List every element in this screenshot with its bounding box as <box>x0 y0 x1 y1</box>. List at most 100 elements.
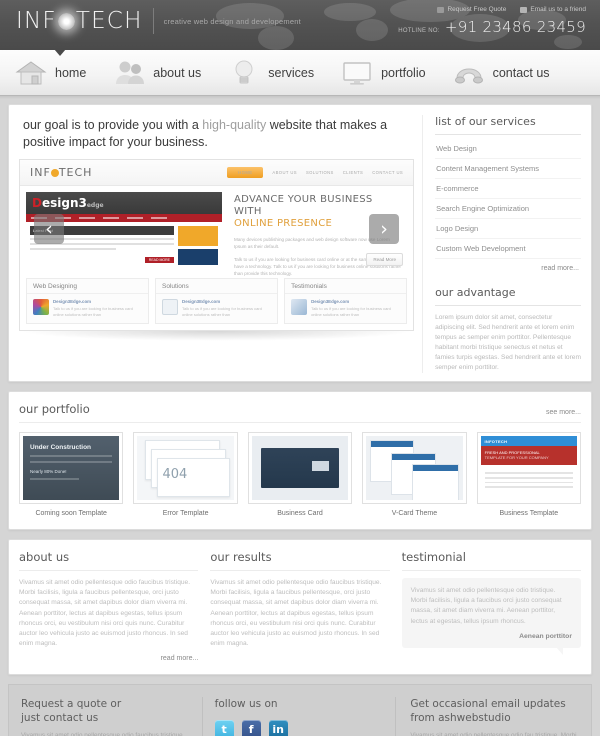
email-friend-label: Email us to a friend <box>530 6 586 13</box>
page-title: our goal is to provide you with a high-q… <box>19 115 414 159</box>
sidebar-services-readmore[interactable]: read more... <box>435 259 581 272</box>
site-header: INF TECH creative web design and develope… <box>0 0 600 50</box>
mocksite-nav-solutions[interactable]: SOLUTIONS <box>306 170 334 175</box>
column-about-us: about us Vivamus sit amet odio pellentes… <box>19 550 199 662</box>
portfolio-caption: Business Template <box>499 510 559 517</box>
nav-item-contact-us[interactable]: contact us <box>452 58 550 88</box>
footer-news-text: Vivamus sit amet odio pellentesque odio … <box>410 732 577 736</box>
request-quote-link[interactable]: Request Free Quote <box>437 6 506 13</box>
mocksite-nav-about[interactable]: ABOUT US <box>272 170 297 175</box>
info-columns: about us Vivamus sit amet odio pellentes… <box>8 539 592 676</box>
main-navigation: home about us services portfolio contact <box>0 49 600 99</box>
slider-title-line1: ADVANCE YOUR BUSINESS WITH <box>234 194 373 217</box>
mocksite-nav-clients[interactable]: CLIENTS <box>343 170 363 175</box>
sidebar-advantage-text: Lorem ipsum dolor sit amet, consectetur … <box>435 314 581 371</box>
portfolio-item-error[interactable]: 404 Error Template <box>133 432 238 517</box>
d3-ad-banner-2 <box>178 249 218 265</box>
d3-readmore-button[interactable]: READ MORE <box>144 257 174 263</box>
chart-icon <box>162 299 179 315</box>
d3-ad-banner-1 <box>178 226 218 246</box>
glowing-orb-icon <box>57 13 75 30</box>
nav-label-contact-us: contact us <box>492 65 550 80</box>
footer-column-quote: Request a quote or just contact us Vivam… <box>21 697 190 736</box>
logo-tagline: creative web design and developement <box>163 16 301 26</box>
content-shell: our goal is to provide you with a high-q… <box>0 96 600 676</box>
portfolio-item-business-template[interactable]: INFOTECH FRESH AND PROFESSIONAL TEMPLATE… <box>476 432 582 517</box>
mocksite-orb-icon <box>50 169 59 177</box>
sidebar-item-web-design[interactable]: Web Design <box>435 139 581 159</box>
footer-quote-text: Vivamus sit amet odio pellentesque odio … <box>21 732 185 736</box>
hotline: HOTLINE NO: +91 23486 23459 <box>398 18 586 36</box>
footer-news-title-line1: Get occasional email updates <box>410 698 566 711</box>
twitter-icon[interactable]: t <box>214 720 234 736</box>
feature-link[interactable]: Design3Edge.com <box>53 299 142 304</box>
request-quote-label: Request Free Quote <box>447 6 507 13</box>
envelope-icon <box>520 6 528 13</box>
column-testimonial: testimonial Vivamus sit amet odio pellen… <box>401 550 581 662</box>
sidebar-item-logo-design[interactable]: Logo Design <box>435 219 581 239</box>
column-text: Vivamus sit amet odio pellentesque odio … <box>210 579 382 648</box>
nav-label-services: services <box>268 65 315 80</box>
mocksite-nav-contact[interactable]: CONTACT US <box>372 170 403 175</box>
d3-sidebar-column <box>178 222 222 266</box>
preview-mocksite: INF TECH HOME ABOUT US SOLUTIONS CLIENTS … <box>19 159 415 331</box>
feature-link[interactable]: Design3Edge.com <box>182 299 271 304</box>
email-friend-link[interactable]: Email us to a friend <box>520 6 586 13</box>
thumb-title: 404 <box>162 466 188 482</box>
hero-card: our goal is to provide you with a high-q… <box>8 104 592 382</box>
d3-logo-rest: esign3 <box>41 196 87 210</box>
logo-text-part1: INF <box>16 8 57 34</box>
linkedin-icon[interactable]: in <box>268 720 288 736</box>
portfolio-item-coming-soon[interactable]: Under Construction Nearly 80% Done! Comi… <box>19 432 124 517</box>
column-title: about us <box>19 550 70 564</box>
slider-readmore-button[interactable]: Read More <box>366 253 404 266</box>
logo-text-part2: TECH <box>75 8 143 34</box>
monitor-icon <box>340 58 374 88</box>
sidebar-item-custom-dev[interactable]: Custom Web Development <box>435 239 581 259</box>
d3-logo: Design3edge <box>32 196 104 210</box>
site-footer: Request a quote or just contact us Vivam… <box>8 684 592 736</box>
site-logo[interactable]: INF TECH creative web design and develope… <box>16 8 301 34</box>
d3-logo-edge: edge <box>86 202 104 209</box>
nav-item-services[interactable]: services <box>227 58 314 88</box>
feature-title: Solutions <box>156 279 278 294</box>
mocksite-features: Web Designing Design3Edge.com Talk to us… <box>20 272 414 330</box>
sidebar-item-ecommerce[interactable]: E-commerce <box>435 179 581 199</box>
slider-title-line2: ONLINE PRESENCE <box>234 218 333 229</box>
thumb-progress: Nearly 80% Done! <box>30 469 67 474</box>
people-icon <box>112 58 146 88</box>
column-readmore[interactable]: read more... <box>19 655 199 662</box>
nav-label-about-us: about us <box>153 65 202 80</box>
mocksite-nav-home[interactable]: HOME <box>227 167 264 178</box>
portfolio-see-more[interactable]: see more... <box>546 409 581 416</box>
sidebar-item-seo[interactable]: Search Engine Optimization <box>435 199 581 219</box>
footer-quote-title: Request a quote or just contact us <box>21 697 190 725</box>
sidebar-services-list: Web Design Content Management Systems E-… <box>435 139 581 259</box>
mocksite-shadow <box>19 331 415 341</box>
portfolio-item-business-card[interactable]: Business Card <box>247 432 353 517</box>
facebook-icon[interactable]: f <box>241 720 261 736</box>
sidebar-advantage-title: our advantage <box>435 286 581 306</box>
footer-quote-title-line1: Request a quote or <box>21 698 122 711</box>
social-links: t f in <box>214 720 384 736</box>
testimonial-text: Vivamus sit amet odio pellentesque odio … <box>410 587 562 625</box>
portfolio-item-vcard[interactable]: V-Card Theme <box>362 432 467 517</box>
feature-box-testimonials: Testimonials Design3Edge.com Talk to us … <box>284 278 408 324</box>
feature-title: Testimonials <box>285 279 407 294</box>
feature-link[interactable]: Design3Edge.com <box>311 299 400 304</box>
header-links: Request Free Quote Email us to a friend <box>398 6 586 13</box>
portfolio-caption: Coming soon Template <box>35 510 107 517</box>
sidebar-item-cms[interactable]: Content Management Systems <box>435 159 581 179</box>
mocksite-header: INF TECH HOME ABOUT US SOLUTIONS CLIENTS … <box>20 160 414 186</box>
nav-item-portfolio[interactable]: portfolio <box>340 58 426 88</box>
active-tab-caret-icon <box>54 49 66 56</box>
feature-text: Talk to us if you are looking for busine… <box>53 306 133 317</box>
portfolio-caption: Error Template <box>162 510 209 517</box>
thumb-title: INFOTECH <box>484 438 508 444</box>
nav-item-home[interactable]: home <box>14 58 86 88</box>
slider-prev-arrow-icon[interactable]: ‹ <box>34 214 64 244</box>
nav-item-about-us[interactable]: about us <box>112 58 201 88</box>
slider-next-arrow-icon[interactable]: › <box>369 214 400 244</box>
sidebar-services-title: list of our services <box>435 115 581 135</box>
header-right: Request Free Quote Email us to a friend … <box>398 6 586 36</box>
